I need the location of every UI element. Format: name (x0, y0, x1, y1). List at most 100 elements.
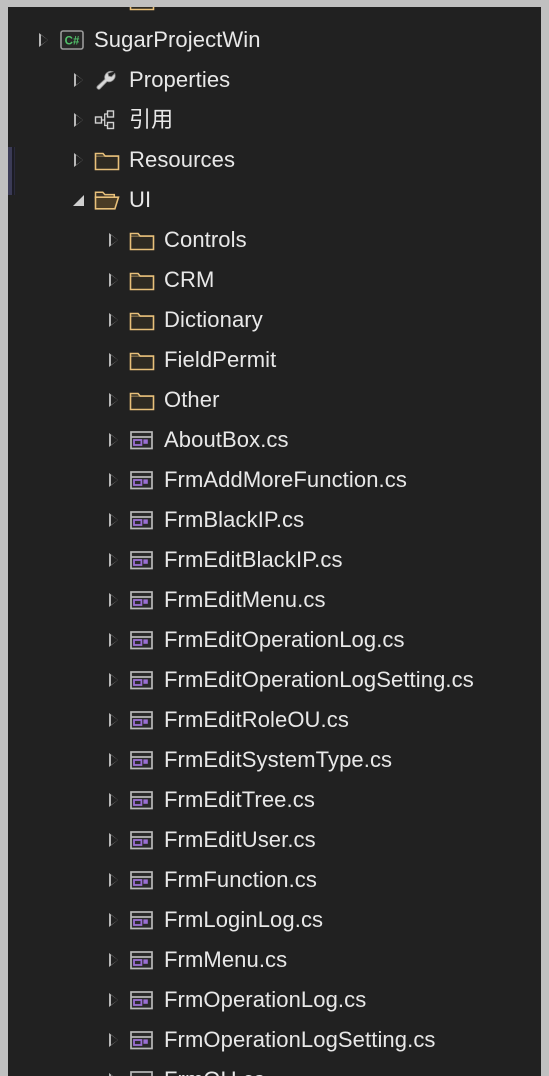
expander-collapsed-icon[interactable] (30, 20, 56, 60)
solution-explorer-tree[interactable]: Service C# SugarProjectWin Properties 引用 Reso… (8, 7, 541, 1076)
tree-row-label: FrmOperationLog.cs (164, 987, 367, 1012)
wrench-icon (91, 60, 123, 100)
folder-icon (126, 260, 158, 300)
tree-row[interactable]: FieldPermit (8, 340, 541, 380)
folder-icon (126, 340, 158, 380)
expander-collapsed-icon[interactable] (100, 380, 126, 420)
tree-row[interactable]: FrmEditBlackIP.cs (8, 540, 541, 580)
tree-row-label: Resources (129, 147, 236, 172)
tree-row[interactable]: CRM (8, 260, 541, 300)
tree-row[interactable]: FrmEditUser.cs (8, 820, 541, 860)
tree-row-label: 引用 (129, 107, 174, 132)
expander-collapsed-icon[interactable] (100, 460, 126, 500)
tree-row-label: FrmBlackIP.cs (164, 507, 305, 532)
tree-row[interactable]: FrmEditOperationLogSetting.cs (8, 660, 541, 700)
expander-collapsed-icon[interactable] (100, 1020, 126, 1060)
tree-row[interactable]: Controls (8, 220, 541, 260)
tree-row-label: FrmEditOperationLog.cs (164, 627, 405, 652)
tree-row[interactable]: FrmEditTree.cs (8, 780, 541, 820)
tree-row-label: AboutBox.cs (164, 427, 289, 452)
expander-collapsed-icon[interactable] (100, 420, 126, 460)
expander-collapsed-icon[interactable] (100, 700, 126, 740)
tree-row[interactable]: AboutBox.cs (8, 420, 541, 460)
tree-row[interactable]: 引用 (8, 100, 541, 140)
tree-row-label: CRM (164, 267, 215, 292)
expander-collapsed-icon[interactable] (100, 740, 126, 780)
expander-collapsed-icon[interactable] (100, 860, 126, 900)
winform-icon (126, 980, 158, 1020)
expander-collapsed-icon[interactable] (100, 260, 126, 300)
expander-collapsed-icon[interactable] (100, 980, 126, 1020)
expander-collapsed-icon[interactable] (65, 140, 91, 180)
tree-row[interactable]: FrmLoginLog.cs (8, 900, 541, 940)
vertical-scrollbar-thumb[interactable] (8, 147, 15, 195)
winform-icon (126, 820, 158, 860)
tree-row-label: Other (164, 387, 220, 412)
tree-row[interactable]: Resources (8, 140, 541, 180)
expander-collapsed-icon[interactable] (100, 780, 126, 820)
tree-row[interactable]: FrmEditOperationLog.cs (8, 620, 541, 660)
winform-icon (126, 700, 158, 740)
expander-collapsed-icon[interactable] (100, 660, 126, 700)
references-icon (91, 100, 123, 140)
tree-row[interactable]: FrmMenu.cs (8, 940, 541, 980)
winform-icon (126, 460, 158, 500)
tree-row[interactable]: FrmOperationLog.cs (8, 980, 541, 1020)
expander-collapsed-icon[interactable] (100, 540, 126, 580)
expander-collapsed-icon[interactable] (100, 340, 126, 380)
winform-icon (126, 540, 158, 580)
expander-collapsed-icon[interactable] (100, 1060, 126, 1076)
tree-row[interactable]: Dictionary (8, 300, 541, 340)
winform-icon (126, 780, 158, 820)
expander-collapsed-icon[interactable] (100, 820, 126, 860)
expander-collapsed-icon[interactable] (100, 580, 126, 620)
tree-row-label: FrmEditOperationLogSetting.cs (164, 667, 474, 692)
expander-collapsed-icon[interactable] (100, 900, 126, 940)
winform-icon (126, 500, 158, 540)
tree-row[interactable]: FrmOU.cs (8, 1060, 541, 1076)
tree-row[interactable]: FrmBlackIP.cs (8, 500, 541, 540)
expander-collapsed-icon[interactable] (100, 940, 126, 980)
expander-collapsed-icon[interactable] (65, 100, 91, 140)
expander-expanded-icon[interactable] (65, 180, 91, 220)
winform-icon (126, 900, 158, 940)
winform-icon (126, 420, 158, 460)
tree-row[interactable]: Other (8, 380, 541, 420)
tree-row-label: FrmFunction.cs (164, 867, 317, 892)
tree-row-label: SugarProjectWin (94, 27, 261, 52)
tree-row-label: Dictionary (164, 307, 263, 332)
tree-row[interactable]: UI (8, 180, 541, 220)
tree-row[interactable]: Properties (8, 60, 541, 100)
folder-icon (126, 300, 158, 340)
tree-row-label: FrmEditSystemType.cs (164, 747, 393, 772)
tree-row[interactable]: FrmFunction.cs (8, 860, 541, 900)
tree-row-label: FrmEditUser.cs (164, 827, 316, 852)
tree-row[interactable]: FrmEditRoleOU.cs (8, 700, 541, 740)
tree-row[interactable]: C# SugarProjectWin (8, 20, 541, 60)
folder-icon (126, 7, 158, 20)
tree-scroll-content: Service C# SugarProjectWin Properties 引用 Reso… (8, 7, 541, 1076)
expander-collapsed-icon[interactable] (100, 620, 126, 660)
tree-row-label: Service (158, 7, 238, 20)
expander-collapsed-icon[interactable] (100, 220, 126, 260)
tree-row-label: FrmOU.cs (158, 1060, 265, 1076)
tree-row[interactable]: FrmEditSystemType.cs (8, 740, 541, 780)
winform-icon (126, 860, 158, 900)
tree-row-label: FrmEditRoleOU.cs (164, 707, 349, 732)
tree-row-label: FrmEditBlackIP.cs (164, 547, 343, 572)
tree-row[interactable]: FrmAddMoreFunction.cs (8, 460, 541, 500)
expander-collapsed-icon[interactable] (100, 500, 126, 540)
folder-icon (91, 140, 123, 180)
winform-icon (126, 620, 158, 660)
tree-row[interactable]: Service (8, 7, 541, 20)
expander-collapsed-icon[interactable] (100, 300, 126, 340)
folder-icon (126, 220, 158, 260)
tree-row-label: FrmAddMoreFunction.cs (164, 467, 407, 492)
expander-collapsed-icon[interactable] (65, 60, 91, 100)
tree-row[interactable]: FrmEditMenu.cs (8, 580, 541, 620)
folder-open-icon (91, 180, 123, 220)
winform-icon (126, 740, 158, 780)
tree-row[interactable]: FrmOperationLogSetting.cs (8, 1020, 541, 1060)
tree-row-label: FrmEditTree.cs (164, 787, 315, 812)
expander-collapsed-icon[interactable] (100, 7, 126, 20)
